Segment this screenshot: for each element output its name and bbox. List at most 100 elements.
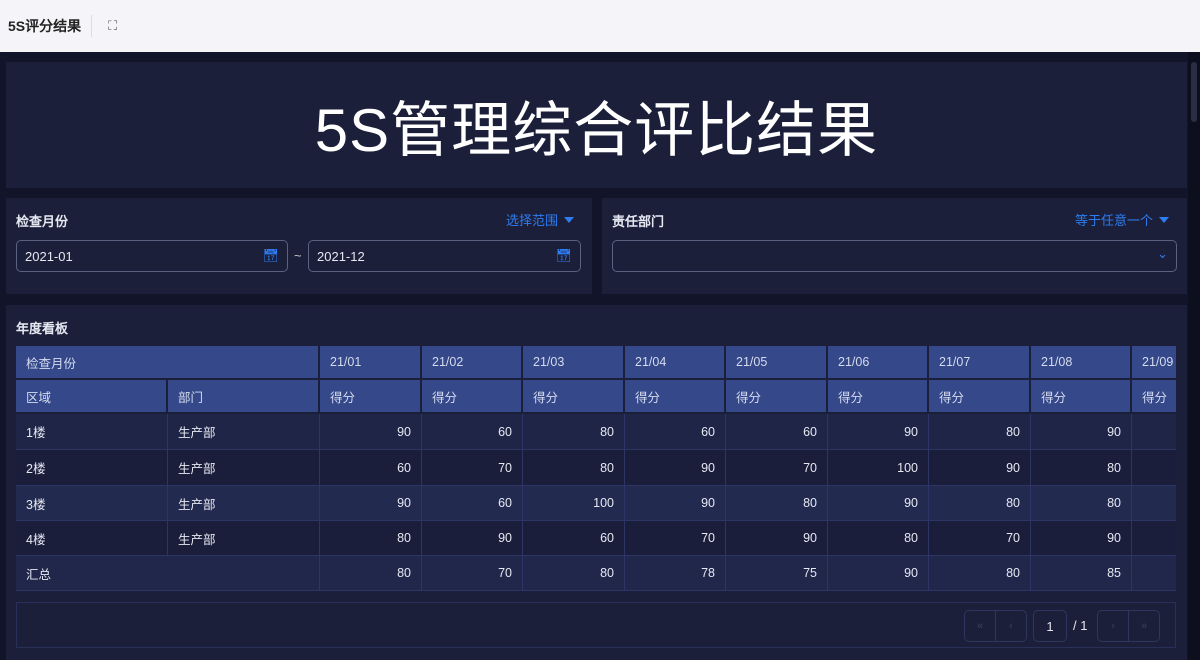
- area-cell: 4楼: [16, 521, 168, 556]
- total-label: 汇总: [16, 556, 320, 591]
- score-header: 得分: [1031, 380, 1132, 414]
- month-column-header: 21/06: [828, 346, 929, 380]
- dept-filter-label: 责任部门: [612, 214, 665, 229]
- score-cell: [1132, 450, 1176, 486]
- dashboard-title: 5S管理综合评比结果: [6, 62, 1187, 188]
- month-column-header: 21/03: [523, 346, 625, 380]
- score-cell: 90: [320, 486, 422, 521]
- dept-filter: 责任部门 等于任意一个 ⌄: [602, 198, 1187, 294]
- total-score-cell: 80: [929, 556, 1031, 591]
- calendar-icon[interactable]: 📅︎: [262, 248, 279, 264]
- scrollbar-thumb[interactable]: [1191, 62, 1197, 122]
- score-cell: [1132, 521, 1176, 556]
- total-score-cell: 80: [523, 556, 625, 591]
- score-cell: 70: [625, 521, 726, 556]
- score-cell: [1132, 414, 1176, 450]
- total-score-cell: 80: [320, 556, 422, 591]
- end-month-input[interactable]: 2021-12 📅︎: [308, 240, 581, 272]
- total-score-cell: 90: [828, 556, 929, 591]
- caret-down-icon: [564, 217, 574, 223]
- score-header: 得分: [523, 380, 625, 414]
- score-cell: 100: [523, 486, 625, 521]
- score-cell: 90: [422, 521, 523, 556]
- score-cell: 80: [320, 521, 422, 556]
- area-cell: 1楼: [16, 414, 168, 450]
- month-column-header: 21/04: [625, 346, 726, 380]
- score-header: 得分: [625, 380, 726, 414]
- total-score-cell: [1132, 556, 1176, 591]
- score-cell: 60: [422, 486, 523, 521]
- page-scrollbar[interactable]: [1188, 52, 1200, 660]
- score-cell: 80: [726, 486, 828, 521]
- score-cell: 80: [828, 521, 929, 556]
- month-column-header: 21/08: [1031, 346, 1132, 380]
- score-table: 检查月份 区域 部门 21/01 得分 21/02 得分 21/03 得分 21/04 得分 21/0…: [16, 346, 1176, 591]
- score-header: 得分: [828, 380, 929, 414]
- score-cell: 90: [828, 414, 929, 450]
- range-separator: ~: [294, 248, 302, 263]
- score-cell: 80: [523, 414, 625, 450]
- board-title: 年度看板: [16, 321, 69, 336]
- score-cell: 90: [828, 486, 929, 521]
- top-bar: 5S评分结果 ⛶: [0, 0, 1200, 52]
- start-month-input[interactable]: 2021-01 📅︎: [16, 240, 288, 272]
- score-cell: 100: [828, 450, 929, 486]
- page-input[interactable]: 1: [1033, 610, 1067, 642]
- page-title: 5S评分结果: [8, 15, 93, 37]
- page-total: / 1: [1073, 618, 1088, 633]
- expand-icon[interactable]: ⛶: [108, 18, 117, 34]
- dept-cell: 生产部: [168, 521, 320, 556]
- total-score-cell: 85: [1031, 556, 1132, 591]
- area-cell: 3楼: [16, 486, 168, 521]
- month-column-header: 21/02: [422, 346, 523, 380]
- score-header: 得分: [726, 380, 828, 414]
- score-cell: 80: [929, 486, 1031, 521]
- score-cell: 90: [1031, 521, 1132, 556]
- score-cell: 70: [929, 521, 1031, 556]
- mode-label: 选择范围: [505, 213, 558, 228]
- dept-cell: 生产部: [168, 414, 320, 450]
- score-cell: 90: [726, 521, 828, 556]
- area-cell: 2楼: [16, 450, 168, 486]
- caret-down-icon: [1159, 217, 1169, 223]
- score-cell: 60: [320, 450, 422, 486]
- prev-page-button[interactable]: ‹: [995, 610, 1027, 642]
- total-score-cell: 70: [422, 556, 523, 591]
- score-cell: 80: [929, 414, 1031, 450]
- score-cell: 60: [726, 414, 828, 450]
- dept-select[interactable]: ⌄: [612, 240, 1177, 272]
- calendar-icon[interactable]: 📅︎: [555, 248, 572, 264]
- dept-filter-mode[interactable]: 等于任意一个: [1075, 210, 1169, 229]
- dept-cell: 生产部: [168, 450, 320, 486]
- total-score-cell: 78: [625, 556, 726, 591]
- score-cell: [1132, 486, 1176, 521]
- score-header: 得分: [929, 380, 1031, 414]
- score-cell: 80: [523, 450, 625, 486]
- area-header: 区域: [16, 380, 168, 414]
- month-header: 检查月份: [16, 346, 320, 380]
- score-cell: 60: [523, 521, 625, 556]
- month-column-header: 21/05: [726, 346, 828, 380]
- first-page-button[interactable]: «: [964, 610, 996, 642]
- month-column-header: 21/01: [320, 346, 422, 380]
- score-cell: 60: [625, 414, 726, 450]
- score-cell: 90: [625, 450, 726, 486]
- score-cell: 90: [625, 486, 726, 521]
- month-column-header: 21/07: [929, 346, 1031, 380]
- last-page-button[interactable]: »: [1128, 610, 1160, 642]
- month-column-header: 21/09: [1132, 346, 1176, 380]
- score-header: 得分: [422, 380, 523, 414]
- dept-cell: 生产部: [168, 486, 320, 521]
- score-header: 得分: [1132, 380, 1176, 414]
- end-month-value: 2021-12: [317, 249, 365, 264]
- score-cell: 80: [1031, 450, 1132, 486]
- mode-label: 等于任意一个: [1074, 213, 1153, 228]
- score-cell: 70: [726, 450, 828, 486]
- score-cell: 60: [422, 414, 523, 450]
- annual-board: 年度看板 检查月份 区域 部门 21/01 得分 21/02 得分 21/03 得分 21/04 得…: [6, 305, 1187, 660]
- month-filter-mode[interactable]: 选择范围: [506, 210, 574, 229]
- next-page-button[interactable]: ›: [1097, 610, 1129, 642]
- start-month-value: 2021-01: [25, 249, 73, 264]
- chevron-down-icon: ⌄: [1157, 246, 1168, 261]
- score-cell: 70: [422, 450, 523, 486]
